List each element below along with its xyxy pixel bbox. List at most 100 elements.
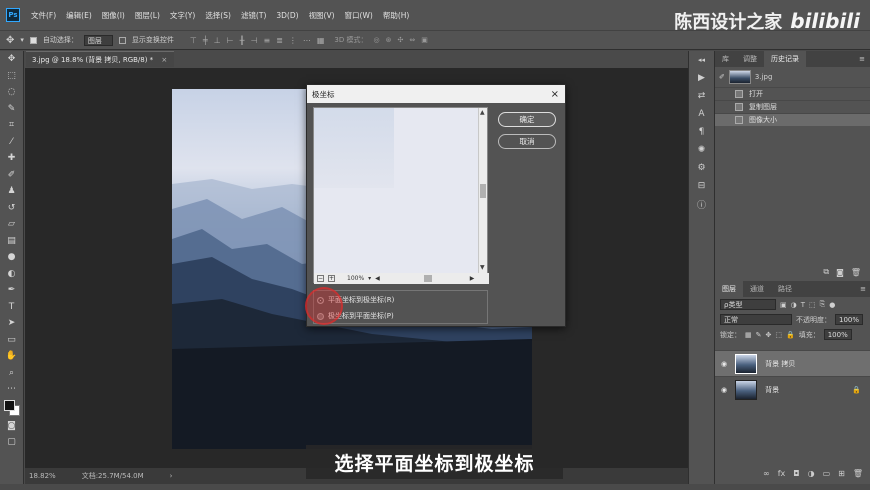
libraries-panel-icon[interactable]: ⊟ [689, 177, 714, 195]
align-right-icon[interactable]: ⊣ [250, 36, 257, 45]
menu-view[interactable]: 视图(V) [304, 10, 340, 21]
layer-row[interactable]: ◉ 背景 拷贝 [715, 350, 870, 376]
distribute-2-icon[interactable]: ≣ [276, 36, 283, 45]
blend-mode-dropdown[interactable]: 正常 [720, 314, 792, 325]
layer-row[interactable]: ◉ 背景 🔒 [715, 376, 870, 402]
menu-filter[interactable]: 滤镜(T) [236, 10, 271, 21]
menu-type[interactable]: 文字(Y) [165, 10, 200, 21]
layer-style-icon[interactable]: fx [778, 469, 786, 478]
auto-select-checkbox[interactable] [29, 36, 37, 44]
type-tool-icon[interactable]: T [0, 299, 23, 316]
layer-kind-dropdown[interactable]: ρ类型 [720, 299, 776, 310]
lock-pixels-icon[interactable]: ✎ [756, 331, 762, 339]
rectangle-tool-icon[interactable]: ▭ [0, 332, 23, 349]
path-select-tool-icon[interactable]: ➤ [0, 315, 23, 332]
align-left-icon[interactable]: ⊢ [227, 36, 234, 45]
filter-adjust-icon[interactable]: ◑ [791, 301, 797, 309]
history-brush-source-icon[interactable]: ✐ [719, 73, 725, 81]
tool-preset-chevron-icon[interactable]: ▾ [20, 36, 24, 44]
zoom-out-button[interactable]: − [317, 275, 324, 282]
3d-slide-icon[interactable]: ⇔ [409, 36, 415, 44]
3d-roll-icon[interactable]: ⊛ [386, 36, 392, 44]
filter-toggle-icon[interactable]: ● [829, 301, 835, 309]
fill-input[interactable]: 100% [823, 329, 852, 340]
menu-image[interactable]: 图像(I) [97, 10, 130, 21]
lasso-tool-icon[interactable]: ◌ [0, 84, 23, 101]
horizontal-scroll-thumb[interactable] [423, 275, 432, 282]
eraser-tool-icon[interactable]: ▱ [0, 216, 23, 233]
document-tab[interactable]: 3.jpg @ 18.8% (背景 拷贝, RGB/8) * × [26, 51, 174, 67]
zoom-in-button[interactable]: + [328, 275, 335, 282]
move-tool-icon[interactable]: ✥ [0, 51, 23, 68]
close-icon[interactable]: × [551, 89, 559, 100]
visibility-eye-icon[interactable]: ◉ [721, 386, 727, 394]
tab-layers[interactable]: 图层 [715, 281, 743, 297]
distribute-4-icon[interactable]: ⋯ [303, 36, 311, 45]
lock-artboard-icon[interactable]: ⬚ [775, 331, 782, 339]
trash-icon[interactable]: 🗑 [851, 268, 861, 277]
history-item[interactable]: 打开 [715, 87, 870, 100]
menu-file[interactable]: 文件(F) [26, 10, 61, 21]
ok-button[interactable]: 确定 [498, 112, 556, 127]
more-tools-icon[interactable]: ⋯ [0, 381, 23, 398]
visibility-eye-icon[interactable]: ◉ [721, 360, 727, 368]
adjustment-layer-icon[interactable]: ◑ [808, 469, 815, 478]
scroll-left-icon[interactable]: ◀ [375, 275, 380, 282]
menu-edit[interactable]: 编辑(E) [61, 10, 97, 21]
healing-brush-tool-icon[interactable]: ✚ [0, 150, 23, 167]
blur-tool-icon[interactable]: ● [0, 249, 23, 266]
delete-layer-icon[interactable]: 🗑 [853, 469, 863, 478]
scroll-thumb[interactable] [480, 184, 486, 198]
layer-name[interactable]: 背景 [765, 385, 779, 395]
lock-transparent-icon[interactable]: ▦ [745, 331, 752, 339]
new-group-icon[interactable]: ▭ [823, 469, 831, 478]
zoom-tool-icon[interactable]: ⌕ [0, 365, 23, 382]
distribute-3-icon[interactable]: ⋮ [289, 36, 297, 45]
camera-icon[interactable]: ◙ [836, 268, 844, 277]
menu-select[interactable]: 选择(S) [200, 10, 236, 21]
cancel-button[interactable]: 取消 [498, 134, 556, 149]
3d-orbit-icon[interactable]: ◎ [373, 36, 379, 44]
3d-pan-icon[interactable]: ✣ [397, 36, 403, 44]
properties-panel-icon[interactable]: ⚙ [689, 159, 714, 177]
filter-shape-icon[interactable]: ⬚ [809, 301, 816, 309]
filter-pixel-icon[interactable]: ▣ [780, 301, 787, 309]
history-panel-icon[interactable]: ▶ [689, 69, 714, 87]
clone-stamp-tool-icon[interactable]: ♟ [0, 183, 23, 200]
foreground-color-swatch[interactable] [4, 399, 15, 411]
paragraph-panel-icon[interactable]: ¶ [689, 123, 714, 141]
menu-help[interactable]: 帮助(H) [378, 10, 415, 21]
3d-scale-icon[interactable]: ▣ [421, 36, 428, 44]
filter-preview[interactable]: ▲ ▼ − + 100% ▾ ◀ ▶ [313, 107, 489, 284]
dodge-tool-icon[interactable]: ◐ [0, 266, 23, 283]
tab-paths[interactable]: 路径 [771, 281, 799, 297]
info-panel-icon[interactable]: ⓘ [689, 195, 714, 213]
preview-image[interactable] [314, 108, 480, 273]
zoom-readout[interactable]: 18.82% [29, 472, 56, 480]
status-arrow-icon[interactable]: › [170, 472, 173, 480]
auto-align-icon[interactable]: ▦ [317, 36, 325, 45]
scroll-down-icon[interactable]: ▼ [480, 264, 485, 271]
panel-menu-icon[interactable]: ≡ [860, 285, 866, 293]
lock-all-icon[interactable]: 🔒 [786, 331, 795, 339]
move-tool-icon[interactable]: ✥ [6, 35, 14, 46]
align-bottom-icon[interactable]: ⊥ [214, 36, 221, 45]
pen-tool-icon[interactable]: ✒ [0, 282, 23, 299]
align-top-icon[interactable]: ⊤ [190, 36, 197, 45]
tab-channels[interactable]: 通道 [743, 281, 771, 297]
eyedropper-tool-icon[interactable]: ⁄ [0, 134, 23, 151]
quick-mask-icon[interactable]: ◙ [0, 418, 23, 435]
menu-3d[interactable]: 3D(D) [271, 11, 303, 20]
link-layers-icon[interactable]: ∞ [763, 469, 770, 478]
collapse-icon[interactable]: ◂◂ [689, 51, 714, 69]
new-layer-icon[interactable]: ⊞ [838, 469, 845, 478]
auto-select-dropdown[interactable]: 图层 [83, 34, 113, 46]
preview-vertical-scrollbar[interactable]: ▲ ▼ [478, 108, 487, 273]
align-hcenter-icon[interactable]: ╫ [240, 36, 245, 45]
filter-type-icon[interactable]: T [801, 301, 805, 309]
menu-layer[interactable]: 图层(L) [130, 10, 165, 21]
filter-smart-icon[interactable]: ⎘ [820, 300, 826, 309]
zoom-dropdown-icon[interactable]: ▾ [368, 275, 371, 282]
screen-mode-icon[interactable]: ▢ [0, 434, 23, 451]
align-vcenter-icon[interactable]: ╪ [203, 36, 208, 45]
